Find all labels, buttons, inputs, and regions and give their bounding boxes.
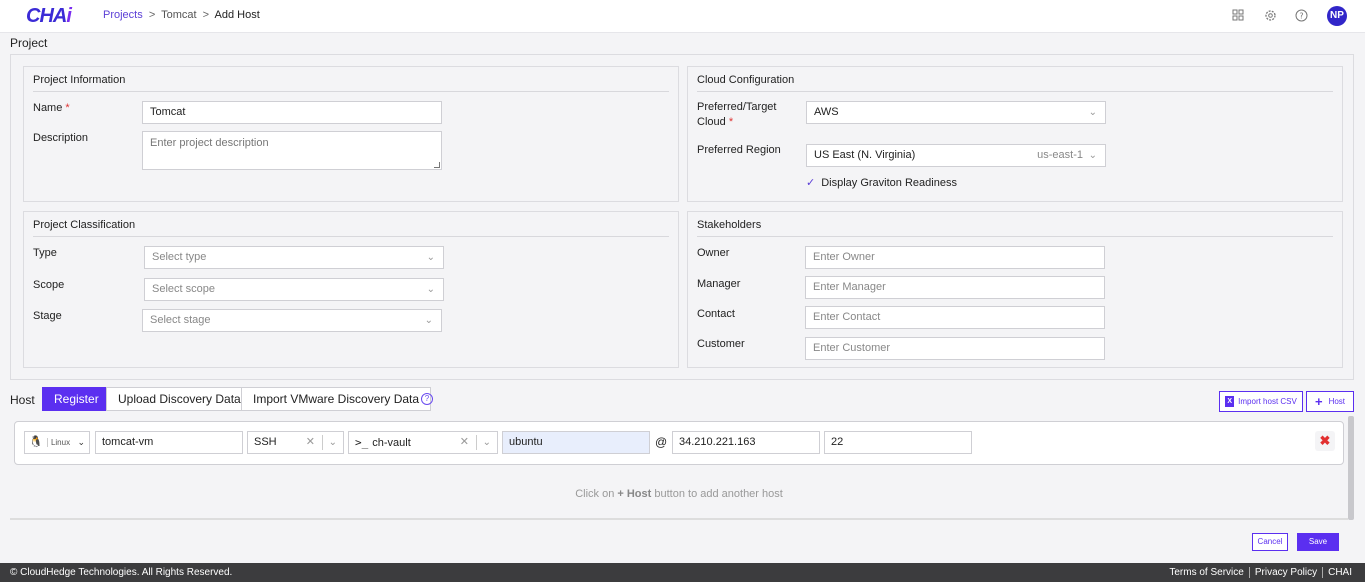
plus-icon: + bbox=[1314, 394, 1323, 410]
region-label: Preferred Region bbox=[697, 144, 781, 156]
save-button[interactable]: Save bbox=[1297, 533, 1339, 551]
add-host-hint: Click on + Host button to add another ho… bbox=[575, 488, 783, 500]
type-select[interactable]: Select type ⌄ bbox=[144, 246, 444, 269]
chevron-down-icon: ⌄ bbox=[328, 437, 337, 448]
linux-icon: 🐧 bbox=[29, 436, 43, 448]
ip-address-input[interactable]: 34.210.221.163 bbox=[672, 431, 820, 454]
chevron-down-icon: ⌄ bbox=[426, 284, 435, 295]
footer-links: Terms of Service Privacy Policy CHAI bbox=[1164, 563, 1357, 582]
owner-input[interactable]: Enter Owner bbox=[805, 246, 1105, 269]
card-title: Stakeholders bbox=[697, 219, 762, 231]
divider bbox=[33, 91, 669, 92]
footer: © CloudHedge Technologies. All Rights Re… bbox=[0, 563, 1365, 582]
contact-input[interactable]: Enter Contact bbox=[805, 306, 1105, 329]
clear-icon[interactable]: ✕ bbox=[460, 432, 469, 453]
owner-label: Owner bbox=[697, 247, 730, 259]
username-input[interactable]: ubuntu bbox=[502, 431, 650, 454]
excel-icon: X bbox=[1225, 396, 1235, 408]
clear-icon[interactable]: ✕ bbox=[306, 432, 315, 453]
stage-label: Stage bbox=[33, 310, 62, 322]
graviton-checkbox[interactable]: ✓ Display Graviton Readiness bbox=[806, 176, 957, 189]
divider bbox=[697, 236, 1333, 237]
manager-label: Manager bbox=[697, 278, 741, 290]
card-title: Cloud Configuration bbox=[697, 74, 795, 86]
description-label: Description bbox=[33, 132, 89, 144]
os-select[interactable]: 🐧 Linux ⌄ bbox=[24, 431, 90, 454]
contact-label: Contact bbox=[697, 308, 735, 320]
region-code: us-east-1 bbox=[1037, 149, 1083, 161]
grid-icon[interactable] bbox=[1231, 9, 1245, 23]
type-label: Type bbox=[33, 247, 57, 259]
user-avatar[interactable]: NP bbox=[1327, 6, 1347, 26]
project-information-card: Project Information Name * Tomcat Descri… bbox=[23, 66, 679, 202]
tab-register[interactable]: Register bbox=[42, 387, 111, 411]
add-host-button[interactable]: + Host bbox=[1306, 391, 1354, 412]
copyright: © CloudHedge Technologies. All Rights Re… bbox=[10, 567, 233, 578]
tab-upload-discovery[interactable]: Upload Discovery Data bbox=[106, 387, 253, 411]
privacy-link[interactable]: Privacy Policy bbox=[1250, 567, 1322, 578]
at-symbol: @ bbox=[655, 435, 668, 449]
port-input[interactable]: 22 bbox=[824, 431, 972, 454]
help-icon[interactable]: ? bbox=[421, 393, 433, 405]
help-icon[interactable]: ? bbox=[1294, 9, 1308, 23]
card-title: Project Information bbox=[33, 74, 126, 86]
vault-select[interactable]: >_ ch-vault ✕ ⌄ bbox=[348, 431, 498, 454]
terminal-icon: >_ bbox=[355, 436, 369, 449]
chevron-down-icon: ⌄ bbox=[482, 437, 491, 448]
target-cloud-select[interactable]: AWS ⌄ bbox=[806, 101, 1106, 124]
stage-select[interactable]: Select stage ⌄ bbox=[142, 309, 442, 332]
cancel-button[interactable]: Cancel bbox=[1252, 533, 1288, 551]
host-row: 🐧 Linux ⌄ tomcat-vm SSH ✕ ⌄ >_ ch-vault ✕… bbox=[14, 421, 1344, 465]
card-title: Project Classification bbox=[33, 219, 136, 231]
tab-import-vmware[interactable]: Import VMware Discovery Data bbox=[241, 387, 432, 411]
cloud-configuration-card: Cloud Configuration Preferred/Target Clou… bbox=[687, 66, 1343, 202]
manager-input[interactable]: Enter Manager bbox=[805, 276, 1105, 299]
import-host-csv-button[interactable]: X Import host CSV bbox=[1219, 391, 1303, 412]
scope-label: Scope bbox=[33, 279, 65, 291]
target-cloud-label: Preferred/Target Cloud * bbox=[697, 101, 777, 128]
page-title: Project bbox=[10, 36, 48, 50]
chevron-down-icon: ⌄ bbox=[424, 315, 433, 326]
chai-logo[interactable]: CHAi bbox=[26, 5, 72, 28]
breadcrumb-separator: > bbox=[202, 9, 210, 21]
project-classification-card: Project Classification Type Select type … bbox=[23, 211, 679, 368]
breadcrumb-project[interactable]: Tomcat bbox=[161, 9, 196, 21]
host-section-label: Host bbox=[10, 393, 35, 407]
breadcrumb-current: Add Host bbox=[214, 9, 260, 21]
customer-label: Customer bbox=[697, 338, 745, 350]
top-bar: CHAi Projects > Tomcat > Add Host ? NP bbox=[0, 0, 1365, 33]
terms-link[interactable]: Terms of Service bbox=[1164, 567, 1248, 578]
chevron-down-icon: ⌄ bbox=[1088, 107, 1097, 118]
region-select[interactable]: US East (N. Virginia) us-east-1 ⌄ bbox=[806, 144, 1106, 167]
protocol-select[interactable]: SSH ✕ ⌄ bbox=[247, 431, 344, 454]
divider bbox=[697, 91, 1333, 92]
gear-icon[interactable] bbox=[1263, 9, 1277, 23]
description-textarea[interactable]: Enter project description bbox=[142, 131, 442, 170]
host-list: 🐧 Linux ⌄ tomcat-vm SSH ✕ ⌄ >_ ch-vault ✕… bbox=[10, 416, 1348, 520]
chevron-down-icon: ⌄ bbox=[1088, 150, 1097, 161]
chevron-down-icon: ⌄ bbox=[426, 252, 435, 263]
hostname-input[interactable]: tomcat-vm bbox=[95, 431, 243, 454]
customer-input[interactable]: Enter Customer bbox=[805, 337, 1105, 360]
breadcrumb: Projects > Tomcat > Add Host bbox=[103, 9, 260, 21]
project-section: Project Information Name * Tomcat Descri… bbox=[10, 54, 1354, 380]
scope-select[interactable]: Select scope ⌄ bbox=[144, 278, 444, 301]
check-icon: ✓ bbox=[806, 177, 816, 189]
footer-brand: CHAI bbox=[1328, 567, 1352, 578]
name-label: Name * bbox=[33, 102, 70, 114]
svg-text:?: ? bbox=[1299, 12, 1303, 21]
name-input[interactable]: Tomcat bbox=[142, 101, 442, 124]
delete-host-icon[interactable]: ✖ bbox=[1315, 431, 1335, 451]
resize-handle-icon[interactable] bbox=[434, 162, 440, 168]
divider bbox=[33, 236, 669, 237]
scrollbar[interactable] bbox=[1348, 416, 1354, 520]
stakeholders-card: Stakeholders Owner Enter Owner Manager E… bbox=[687, 211, 1343, 368]
breadcrumb-separator: > bbox=[148, 9, 156, 21]
breadcrumb-projects[interactable]: Projects bbox=[103, 9, 143, 21]
chevron-down-icon: ⌄ bbox=[77, 437, 85, 447]
